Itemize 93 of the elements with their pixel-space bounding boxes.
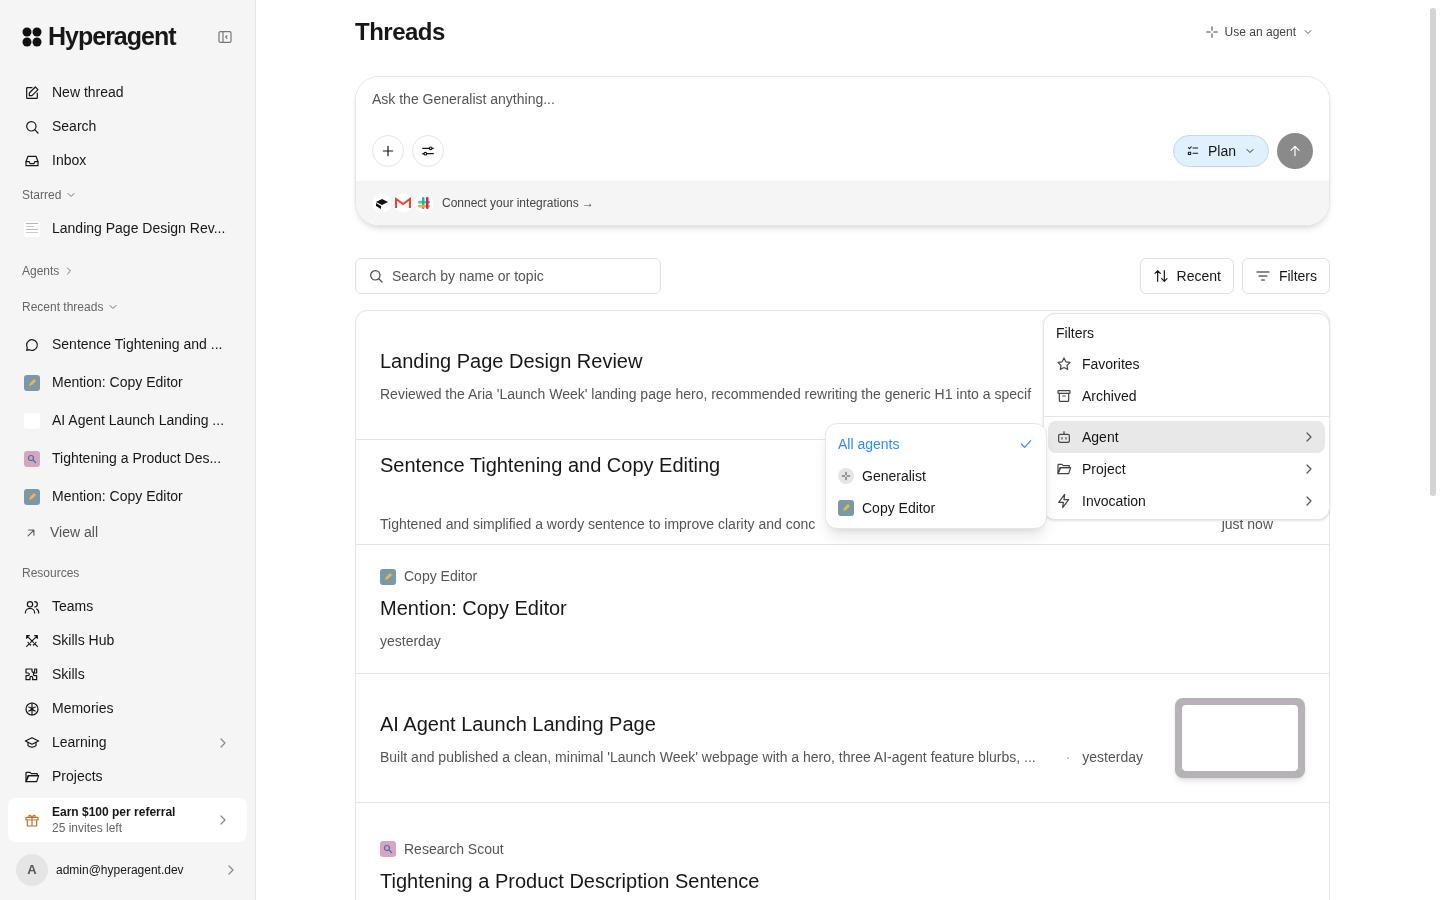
pencil-avatar-icon	[380, 568, 396, 585]
pencil-avatar-icon	[24, 374, 40, 391]
logo-icon	[22, 26, 42, 47]
sidebar-item[interactable]: Projects	[14, 759, 241, 790]
edit-icon	[24, 84, 40, 101]
thread-description: Built and published a clean, minimal 'Launch Week' webpage with a hero, three AI-agent feature blurbs, ...	[380, 747, 1036, 767]
composer-card[interactable]: Ask the Generalist anything... Plan Connect your integrations →	[355, 76, 1330, 226]
collapse-sidebar-icon	[217, 28, 233, 45]
thread-row[interactable]: AI Agent Launch Landing Page Built and published a clean, minimal 'Launch Week' webpage with a hero, three AI-agent feature blurbs, ... · yesterday	[356, 674, 1329, 803]
magnifier-avatar-icon	[24, 450, 40, 467]
sidebar-item[interactable]: Memories	[14, 691, 241, 726]
avatar: A	[16, 854, 48, 886]
star-icon	[1056, 356, 1072, 372]
filter-icon	[1254, 268, 1271, 284]
section-header[interactable]: Agents	[14, 253, 84, 288]
plus-icon	[380, 143, 396, 159]
thread-title: AI Agent Launch Landing Page	[380, 711, 656, 737]
users-icon	[24, 598, 40, 615]
archive-box-icon	[1056, 388, 1072, 404]
agent-menu-item[interactable]: Generalist	[826, 460, 1046, 492]
plan-mode-button[interactable]: Plan	[1172, 135, 1269, 167]
send-button[interactable]	[1277, 133, 1313, 169]
account-row[interactable]: A admin@hyperagent.dev	[8, 846, 247, 894]
referral-title: Earn $100 per referral	[52, 804, 177, 820]
sort-button[interactable]: Recent	[1139, 258, 1234, 294]
robot-icon	[1056, 429, 1072, 445]
gift-icon	[24, 812, 40, 828]
thread-row[interactable]: Research Scout Tightening a Product Description Sentence	[356, 803, 1329, 900]
connect-integrations-link[interactable]: Connect your integrations →	[442, 194, 595, 212]
referral-card[interactable]: Earn $100 per referral 25 invites left	[8, 798, 247, 842]
lightning-icon	[1056, 493, 1072, 509]
puzzle-icon	[24, 666, 40, 683]
thread-row[interactable]: Copy Editor Mention: Copy Editor yesterday	[356, 545, 1329, 674]
filter-menu-item[interactable]: Favorites	[1048, 348, 1325, 380]
sliders-icon	[420, 143, 436, 159]
magnifier-avatar-icon	[380, 841, 396, 857]
thread-title: Mention: Copy Editor	[380, 596, 567, 621]
document-thumbnail-icon	[24, 220, 40, 237]
thread-description: Tightened and simplified a wordy sentence to improve clarity and conc	[380, 514, 816, 534]
sidebar-item[interactable]: Skills	[14, 657, 241, 692]
sidebar-item[interactable]: Tightening a Product Des...	[14, 441, 232, 476]
thread-description: Reviewed the Aria 'Launch Week' landing page hero, recommended rewriting the generic H1 into a specif	[380, 384, 1032, 404]
agent-menu-item[interactable]: Copy Editor	[826, 492, 1046, 524]
agent-name: Research Scout	[404, 839, 504, 859]
sidebar-item[interactable]: Teams	[14, 589, 241, 624]
section-header[interactable]: Starred	[14, 177, 86, 212]
sort-arrows-icon	[1152, 268, 1169, 284]
use-agent-button[interactable]: Use an agent	[1204, 23, 1314, 41]
pencil-avatar-icon	[838, 500, 854, 516]
account-email: admin@hyperagent.dev	[56, 862, 185, 879]
search-input[interactable]: Search by name or topic	[392, 265, 648, 287]
referral-subtitle: 25 invites left	[52, 820, 124, 836]
menu-title: Filters	[1055, 323, 1096, 343]
thread-date: just now	[1221, 514, 1273, 534]
sidebar-item[interactable]: Sentence Tightening and ...	[14, 327, 233, 362]
filters-button[interactable]: Filters	[1241, 258, 1330, 294]
brand-name: Hyperagent	[48, 21, 176, 52]
filter-menu-item[interactable]: Agent	[1048, 421, 1325, 453]
thread-date: yesterday	[380, 632, 441, 651]
agent-name: Copy Editor	[404, 567, 478, 586]
graduation-cap-icon	[24, 734, 40, 751]
page-title: Threads	[355, 17, 445, 47]
pencil-avatar-icon	[24, 488, 40, 505]
section-header[interactable]: Recent threads	[14, 287, 128, 326]
thread-date: yesterday	[1082, 747, 1143, 767]
composer-input[interactable]: Ask the Generalist anything...	[372, 89, 1313, 133]
scrollbar[interactable]	[1430, 8, 1436, 496]
sidebar-item[interactable]: Mention: Copy Editor	[14, 479, 193, 514]
sidebar-item[interactable]: AI Agent Launch Landing ...	[14, 403, 235, 438]
speech-bubble-icon	[24, 336, 40, 353]
filter-menu-item[interactable]: Archived	[1048, 380, 1325, 412]
checklist-icon	[1185, 144, 1200, 158]
sidebar-item[interactable]: Skills Hub	[14, 623, 241, 658]
thread-title: Tightening a Product Description Sentence	[380, 868, 760, 894]
sidebar-item[interactable]: Search	[14, 109, 241, 144]
search-field[interactable]: Search by name or topic	[355, 258, 661, 294]
search-icon	[24, 118, 40, 135]
thread-title: Landing Page Design Review	[380, 348, 643, 374]
integration-logos-drawing	[372, 193, 434, 213]
sidebar-item[interactable]: Landing Page Design Rev...	[14, 211, 241, 246]
filter-menu-item[interactable]: Project	[1048, 453, 1325, 485]
arrow-up-icon	[1287, 143, 1303, 159]
separator-dot: ·	[1065, 747, 1071, 767]
thread-title: Sentence Tightening and Copy Editing	[380, 452, 721, 478]
sidebar-item[interactable]: Learning	[14, 725, 241, 760]
folder-icon	[1056, 461, 1072, 477]
section-label: Resources	[21, 564, 81, 582]
view-all-link[interactable]: View all	[14, 515, 108, 550]
sidebar-item[interactable]: New thread	[14, 75, 241, 110]
sidebar-item[interactable]: Inbox	[14, 143, 241, 178]
search-icon	[368, 268, 384, 284]
sidebar-item[interactable]: Mention: Copy Editor	[14, 365, 193, 400]
filter-menu-item[interactable]: Invocation	[1048, 485, 1325, 517]
